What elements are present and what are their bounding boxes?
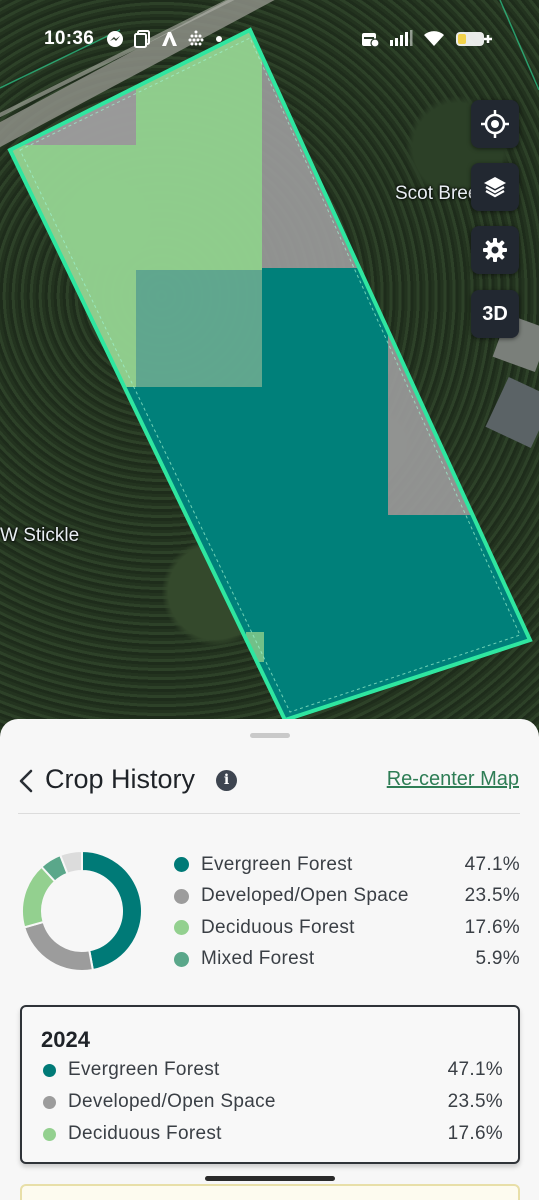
battery-icon <box>456 32 492 46</box>
legend-row: Developed/Open Space 23.5% <box>172 881 520 913</box>
layers-button[interactable] <box>471 163 519 211</box>
satellite-map[interactable]: Scot Bree W Stickle 10:36 3D <box>0 0 539 740</box>
legend-label: Evergreen Forest <box>201 853 353 875</box>
year-row-percent: 47.1% <box>447 1059 503 1080</box>
copy-icon <box>134 30 150 48</box>
year-summary-card[interactable]: 2024 Evergreen Forest 47.1% Developed/Op… <box>20 1005 520 1164</box>
signal-icon <box>390 30 413 46</box>
donut-slice-developed-open-space <box>23 920 95 972</box>
recenter-map-link[interactable]: Re-center Map <box>387 768 519 791</box>
locate-button[interactable] <box>471 100 519 148</box>
3d-toggle-button[interactable]: 3D <box>471 290 519 338</box>
back-chevron-icon[interactable] <box>16 767 38 795</box>
crop-history-sheet: Crop History i Re-center Map Evergreen F… <box>0 719 539 1200</box>
road-label-scot: Scot Bree <box>395 183 479 204</box>
legend-dot <box>174 920 189 936</box>
legend-label: Developed/Open Space <box>201 885 409 907</box>
legend-percent: 5.9% <box>475 948 520 970</box>
sheet-header: Crop History i Re-center Map <box>0 759 539 807</box>
donut-slice-evergreen-forest <box>81 849 143 972</box>
year-row-percent: 23.5% <box>447 1091 503 1112</box>
status-time: 10:36 <box>44 28 95 49</box>
year-row-dot <box>43 1095 56 1109</box>
year-row: Evergreen Forest 47.1% <box>41 1054 503 1086</box>
legend-label: Deciduous Forest <box>201 916 355 938</box>
legend-dot <box>174 951 189 967</box>
settings-button[interactable] <box>471 226 519 274</box>
info-icon[interactable]: i <box>216 770 237 791</box>
dots-grid-icon <box>188 30 204 46</box>
wifi-icon <box>424 31 444 46</box>
legend-row: Deciduous Forest 17.6% <box>172 912 520 944</box>
gear-icon <box>483 238 507 262</box>
year-row-label: Developed/Open Space <box>68 1091 276 1112</box>
legend-row: Evergreen Forest 47.1% <box>172 849 520 881</box>
year-row-label: Evergreen Forest <box>68 1059 220 1080</box>
year-row-dot <box>43 1127 56 1141</box>
parcel-overlay <box>0 0 539 723</box>
sheet-title: Crop History <box>45 764 196 794</box>
legend-percent: 17.6% <box>464 916 520 938</box>
crosshair-icon <box>481 110 509 138</box>
home-indicator[interactable] <box>205 1176 335 1181</box>
land-cover-legend: Evergreen Forest 47.1% Developed/Open Sp… <box>172 849 520 975</box>
legend-percent: 23.5% <box>464 885 520 907</box>
year-row: Deciduous Forest 17.6% <box>41 1118 503 1150</box>
year-row-dot <box>43 1063 56 1077</box>
status-bar: 10:36 <box>0 26 539 58</box>
legend-dot <box>174 857 189 873</box>
legend-label: Mixed Forest <box>201 948 315 970</box>
calendar-alarm-icon <box>362 33 379 48</box>
notification-dot-icon <box>216 36 222 42</box>
sheet-drag-handle[interactable] <box>250 733 290 738</box>
year-row-label: Deciduous Forest <box>68 1123 222 1144</box>
year-label: 2024 <box>41 1027 90 1052</box>
font-a-icon <box>162 32 177 46</box>
year-row-percent: 17.6% <box>447 1123 503 1144</box>
land-cover-donut-chart <box>21 849 143 972</box>
year-row: Developed/Open Space 23.5% <box>41 1086 503 1118</box>
header-divider <box>18 813 520 814</box>
messenger-icon <box>107 31 123 47</box>
legend-percent: 47.1% <box>464 853 520 875</box>
legend-dot <box>174 888 189 904</box>
road-label-stickle: W Stickle <box>0 525 80 546</box>
layers-icon <box>484 177 506 198</box>
legend-row: Mixed Forest 5.9% <box>172 944 520 976</box>
next-card-peek[interactable] <box>20 1184 520 1200</box>
